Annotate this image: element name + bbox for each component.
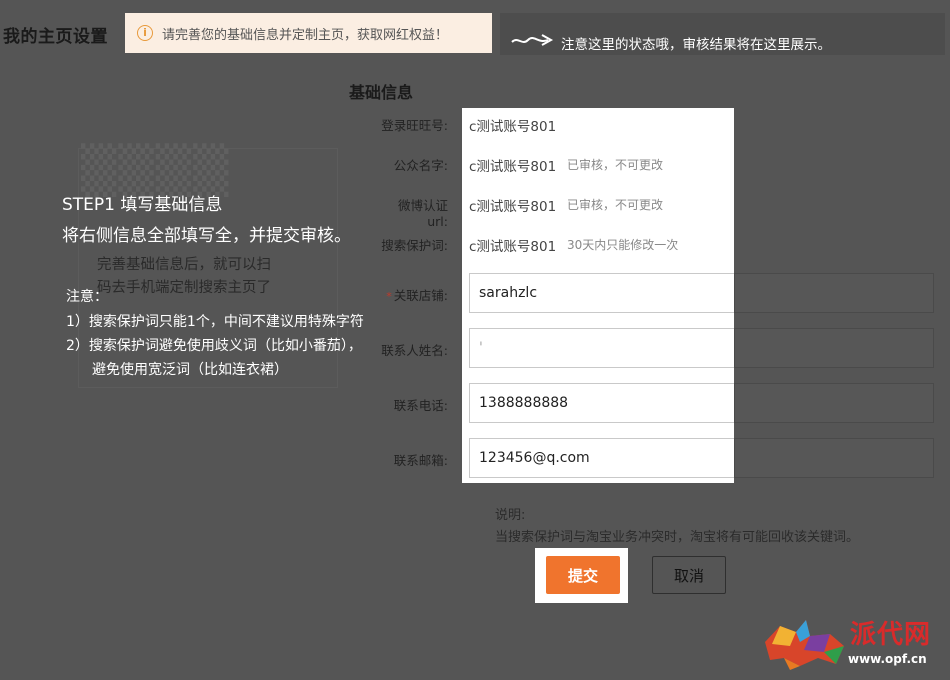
required-mark: * bbox=[386, 290, 392, 303]
row-label-wangwang: 登录旺旺号: bbox=[381, 118, 448, 133]
submit-button[interactable]: 提交 bbox=[546, 556, 620, 594]
note-line-3: 避免使用宽泛词（比如连衣裙） bbox=[92, 362, 288, 378]
row-note-protect-word: 30天内只能修改一次 bbox=[567, 238, 679, 252]
field-label-email: 联系邮箱: bbox=[393, 453, 448, 468]
info-icon: i bbox=[137, 25, 153, 41]
notice-text: 请完善您的基础信息并定制主页，获取网红权益！ bbox=[162, 27, 449, 43]
section-title: 基础信息 bbox=[349, 83, 414, 102]
watermark-logo-icon bbox=[765, 620, 844, 670]
shop-input-value: sarahzlc bbox=[479, 285, 538, 301]
shop-input-shade bbox=[734, 273, 934, 313]
guide-ghost-line-1: 完善基础信息后，就可以扫 bbox=[97, 257, 271, 273]
watermark-url: www.opf.cn bbox=[848, 652, 927, 666]
email-input-value: 123456@q.com bbox=[479, 450, 590, 466]
ghost-graphic-icon: ▒▒▒▒ bbox=[81, 143, 231, 197]
explain-title: 说明: bbox=[495, 508, 526, 523]
row-label-public-name: 公众名字: bbox=[393, 158, 448, 173]
arrow-right-icon bbox=[511, 34, 554, 46]
status-hint: 注意这里的状态哦，审核结果将在这里展示。 bbox=[561, 37, 831, 53]
notice-banner: i 请完善您的基础信息并定制主页，获取网红权益！ bbox=[125, 13, 492, 53]
contact-name-input-shade bbox=[734, 328, 934, 368]
watermark-brand: 派代网 bbox=[850, 620, 932, 650]
note-line-2: 2）搜索保护词避免使用歧义词（比如小番茄）， bbox=[66, 338, 362, 354]
row-note-weibo-url: 已审核，不可更改 bbox=[567, 198, 664, 212]
row-note-public-name: 已审核，不可更改 bbox=[567, 158, 664, 172]
phone-input-shade bbox=[734, 383, 934, 423]
note-line-1: 1）搜索保护词只能1个，中间不建议用特殊字符 bbox=[66, 314, 364, 330]
note-title: 注意： bbox=[66, 289, 108, 305]
explain-text: 当搜索保护词与淘宝业务冲突时，淘宝将有可能回收该关键词。 bbox=[495, 530, 860, 545]
email-input-shade bbox=[734, 438, 934, 478]
field-label-phone: 联系电话: bbox=[393, 398, 448, 413]
step-description: 将右侧信息全部填写全，并提交审核。 bbox=[62, 226, 351, 246]
field-label-shop: * 关联店铺: bbox=[378, 285, 448, 304]
row-label-protect-word: 搜索保护词: bbox=[381, 238, 448, 253]
row-value-weibo-url: c测试账号801 bbox=[469, 199, 557, 215]
contact-name-input-value: ' bbox=[479, 340, 483, 356]
guide-ghost-line-2: 码去手机端定制搜索主页了 bbox=[97, 280, 271, 296]
page-title: 我的主页设置 bbox=[3, 27, 108, 47]
row-value-wangwang: c测试账号801 bbox=[469, 119, 557, 135]
field-label-contact-name: 联系人姓名: bbox=[381, 343, 448, 358]
row-value-public-name: c测试账号801 bbox=[469, 159, 557, 175]
cancel-button[interactable]: 取消 bbox=[652, 556, 726, 594]
step-title: STEP1 填写基础信息 bbox=[62, 195, 223, 215]
field-label-shop-text: 关联店铺: bbox=[393, 288, 448, 303]
row-value-protect-word: c测试账号801 bbox=[469, 239, 557, 255]
row-label-weibo-url: 微博认证url: bbox=[397, 198, 448, 229]
phone-input-value: 1388888888 bbox=[479, 395, 569, 411]
